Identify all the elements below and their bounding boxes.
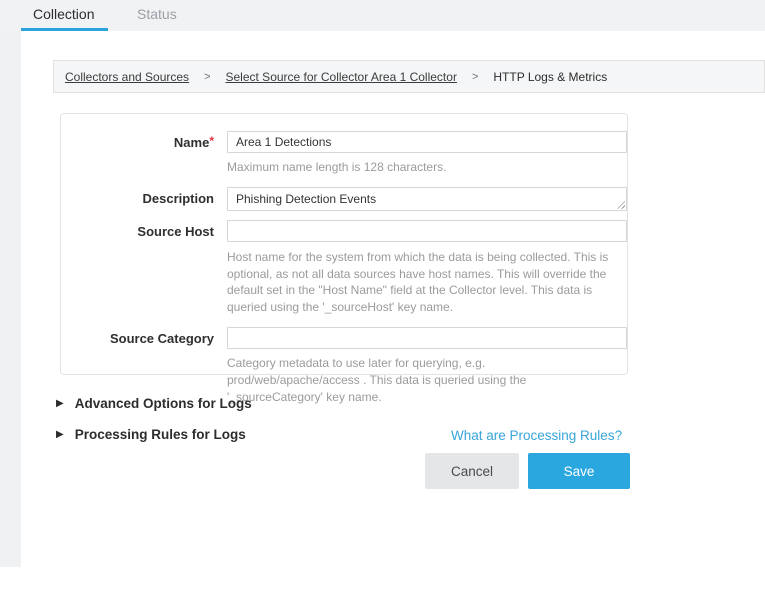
breadcrumb-current-page: HTTP Logs & Metrics [493, 70, 607, 84]
name-field-group: Maximum name length is 128 characters. [227, 131, 627, 176]
advanced-options-section-toggle[interactable]: ▶ Advanced Options for Logs [56, 396, 252, 411]
breadcrumb-select-source[interactable]: Select Source for Collector Area 1 Colle… [226, 70, 457, 84]
breadcrumb-separator: > [204, 71, 210, 83]
source-host-input[interactable] [227, 220, 627, 242]
name-label-text: Name [174, 135, 209, 150]
source-category-row: Source Category Category metadata to use… [61, 327, 627, 405]
source-host-row: Source Host Host name for the system fro… [61, 220, 627, 327]
left-gutter [0, 0, 21, 567]
breadcrumb: Collectors and Sources > Select Source f… [53, 60, 765, 93]
breadcrumb-separator: > [472, 71, 478, 83]
name-input[interactable] [227, 131, 627, 153]
source-category-label: Source Category [61, 327, 227, 346]
name-label: Name* [61, 131, 227, 150]
save-button[interactable]: Save [528, 453, 630, 489]
source-category-input[interactable] [227, 327, 627, 349]
tab-bar: Collection Status [0, 0, 765, 31]
caret-right-icon: ▶ [56, 399, 64, 409]
description-textarea[interactable]: Phishing Detection Events [227, 187, 627, 211]
required-asterisk: * [209, 134, 214, 148]
description-label: Description [61, 187, 227, 206]
source-config-page: Collection Status Collectors and Sources… [0, 0, 765, 567]
source-host-help-text: Host name for the system from which the … [227, 249, 621, 316]
description-row: Description Phishing Detection Events [61, 187, 627, 211]
source-category-help-text: Category metadata to use later for query… [227, 355, 621, 405]
what-are-processing-rules-link[interactable]: What are Processing Rules? [451, 428, 622, 443]
processing-rules-section-toggle[interactable]: ▶ Processing Rules for Logs [56, 427, 246, 442]
breadcrumb-collectors-and-sources[interactable]: Collectors and Sources [65, 70, 189, 84]
source-form-card: Name* Maximum name length is 128 charact… [60, 113, 628, 375]
tab-collection[interactable]: Collection [33, 6, 94, 22]
processing-rules-title: Processing Rules for Logs [75, 427, 246, 442]
cancel-button[interactable]: Cancel [425, 453, 519, 489]
source-host-field-group: Host name for the system from which the … [227, 220, 627, 327]
tab-status[interactable]: Status [137, 6, 177, 22]
description-textarea-wrap: Phishing Detection Events [227, 187, 627, 211]
name-row: Name* Maximum name length is 128 charact… [61, 131, 627, 176]
caret-right-icon: ▶ [56, 430, 64, 440]
description-field-group: Phishing Detection Events [227, 187, 627, 211]
source-category-field-group: Category metadata to use later for query… [227, 327, 627, 405]
name-help-text: Maximum name length is 128 characters. [227, 159, 627, 176]
source-host-label: Source Host [61, 220, 227, 239]
advanced-options-title: Advanced Options for Logs [75, 396, 252, 411]
